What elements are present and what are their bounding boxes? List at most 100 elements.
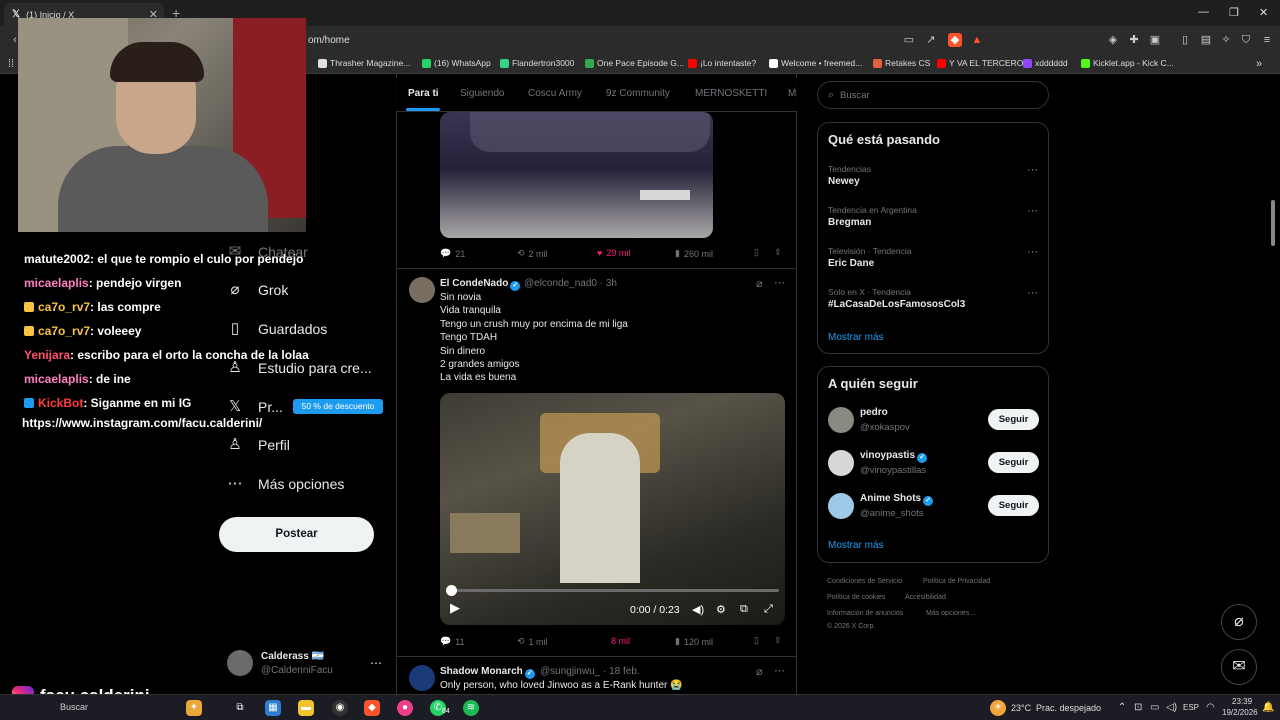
- brave-shield-icon[interactable]: ◆: [948, 33, 962, 47]
- bookmark-item[interactable]: Y VA EL TERCERO: [937, 58, 1023, 68]
- url-text[interactable]: om/home: [308, 35, 350, 46]
- footer-link[interactable]: Política de Privacidad: [923, 578, 990, 585]
- avatar[interactable]: [828, 493, 854, 519]
- bookmark-item[interactable]: One Pace Episode G...: [585, 58, 684, 68]
- extensions-icon[interactable]: ✚: [1127, 33, 1141, 47]
- tab-more[interactable]: M: [788, 88, 796, 99]
- bookmark-item[interactable]: (16) WhatsApp: [422, 58, 491, 68]
- tray-overflow-icon[interactable]: ⌃: [1118, 702, 1126, 713]
- bookmark-item[interactable]: Flandertron3000: [500, 58, 574, 68]
- volume-icon[interactable]: ◀): [692, 603, 704, 616]
- share-icon[interactable]: ⇪: [774, 635, 782, 646]
- account-name[interactable]: Calderass 🇦🇷: [261, 651, 324, 662]
- follow-name[interactable]: Anime Shots ✓: [860, 493, 934, 506]
- trend-name[interactable]: Bregman: [828, 217, 871, 228]
- repost-button[interactable]: ⟲ 2 mil: [517, 248, 548, 259]
- share-icon[interactable]: ⇪: [774, 247, 782, 258]
- play-icon[interactable]: ▶: [450, 600, 460, 616]
- sidebar-icon[interactable]: ▯: [1178, 33, 1192, 47]
- spotify-icon[interactable]: ≋: [463, 700, 479, 716]
- video-progress-bar[interactable]: [451, 589, 779, 592]
- bookmark-icon[interactable]: ▯: [754, 247, 759, 258]
- store-icon[interactable]: ▦: [265, 700, 281, 716]
- obs-icon[interactable]: ◉: [332, 700, 348, 716]
- reply-button[interactable]: 💬 11: [440, 636, 465, 647]
- avatar[interactable]: [227, 650, 253, 676]
- avatar[interactable]: [409, 665, 435, 691]
- maximize-icon[interactable]: ❐: [1229, 6, 1239, 19]
- vpn-icon[interactable]: ◈: [1106, 33, 1120, 47]
- views-button[interactable]: ▮ 260 mil: [675, 248, 713, 259]
- copilot-icon[interactable]: ✦: [186, 700, 202, 716]
- more-icon[interactable]: ⋯: [1027, 163, 1038, 176]
- task-view-icon[interactable]: ⧉: [232, 700, 248, 716]
- grok-icon[interactable]: ⌀: [756, 277, 763, 290]
- nav-item-profile[interactable]: ♙ Perfil: [226, 436, 290, 454]
- more-icon[interactable]: ⋯: [1027, 245, 1038, 258]
- show-more-link[interactable]: Mostrar más: [828, 540, 884, 551]
- follow-button[interactable]: Seguir: [988, 409, 1039, 430]
- tweet-author[interactable]: Shadow Monarch ✓: [440, 666, 535, 679]
- footer-link[interactable]: Información de anuncios: [827, 610, 903, 617]
- trend-name[interactable]: Eric Dane: [828, 258, 874, 269]
- media-icon[interactable]: ▣: [1148, 33, 1162, 47]
- bookmark-item[interactable]: Retakes CS: [873, 58, 930, 68]
- nav-item-more[interactable]: ⋯ Más opciones: [226, 475, 345, 493]
- share-icon[interactable]: ↗: [924, 33, 938, 47]
- bookmark-icon[interactable]: ▯: [754, 635, 759, 646]
- trend-name[interactable]: #LaCasaDeLosFamososCol3: [828, 299, 965, 310]
- install-icon[interactable]: ▭: [902, 33, 916, 47]
- messages-fab[interactable]: ✉: [1221, 649, 1257, 685]
- more-icon[interactable]: ⋯: [774, 276, 785, 289]
- app-icon[interactable]: ●: [397, 700, 413, 716]
- bookmark-item[interactable]: xdddddd: [1023, 58, 1068, 68]
- wallet-icon[interactable]: ▤: [1199, 33, 1213, 47]
- bookmark-item[interactable]: Kicklet.app - Kick C...: [1081, 58, 1174, 68]
- weather-icon[interactable]: ☀: [990, 700, 1006, 716]
- avatar[interactable]: [409, 277, 435, 303]
- video-scrubber[interactable]: [446, 585, 457, 596]
- volume-icon[interactable]: ◁): [1166, 702, 1177, 713]
- clock-time[interactable]: 23:39: [1232, 697, 1252, 706]
- tweet-image[interactable]: [440, 112, 713, 238]
- avatar[interactable]: [828, 450, 854, 476]
- display-icon[interactable]: ▭: [1150, 702, 1159, 713]
- account-more-icon[interactable]: ⋯: [370, 656, 382, 670]
- nav-item-bookmarks[interactable]: ▯ Guardados: [226, 320, 327, 338]
- bookmark-item[interactable]: ¡Lo intentaste?: [688, 58, 756, 68]
- brave-rewards-icon[interactable]: ▲: [970, 33, 984, 47]
- tweet-author[interactable]: El CondeNado ✓: [440, 278, 521, 291]
- grok-icon[interactable]: ⌀: [756, 665, 763, 678]
- notifications-icon[interactable]: 🔔: [1262, 702, 1274, 713]
- like-button[interactable]: 8 mil: [611, 636, 630, 646]
- views-button[interactable]: ▮ 120 mil: [675, 636, 713, 647]
- bookmark-item[interactable]: Welcome • freemed...: [769, 58, 862, 68]
- footer-link[interactable]: Más opciones ...: [926, 610, 977, 617]
- weather-desc[interactable]: Prac. despejado: [1036, 703, 1101, 713]
- follow-button[interactable]: Seguir: [988, 452, 1039, 473]
- footer-link[interactable]: Política de cookies: [827, 594, 885, 601]
- post-button[interactable]: Postear: [219, 517, 374, 552]
- reply-button[interactable]: 💬 21: [440, 248, 465, 259]
- nav-item-premium[interactable]: 𝕏 Pr...: [226, 398, 283, 416]
- footer-link[interactable]: Accesibilidad: [905, 594, 946, 601]
- follow-name[interactable]: vinoypastis ✓: [860, 450, 928, 463]
- taskbar-search[interactable]: Buscar: [60, 702, 88, 712]
- pip-icon[interactable]: ⧉: [740, 603, 748, 616]
- search-box[interactable]: ⌕ Buscar: [817, 81, 1049, 109]
- weather-temp[interactable]: 23°C: [1011, 703, 1031, 713]
- tab-9z-community[interactable]: 9z Community: [606, 88, 670, 99]
- scrollbar[interactable]: [1271, 200, 1275, 246]
- close-window-icon[interactable]: ✕: [1259, 6, 1268, 19]
- follow-button[interactable]: Seguir: [988, 495, 1039, 516]
- more-bookmarks-icon[interactable]: »: [1252, 57, 1266, 71]
- minimize-icon[interactable]: —: [1198, 6, 1209, 18]
- tab-coscu-army[interactable]: Coscu Army: [528, 88, 582, 99]
- bookmark-item[interactable]: Thrasher Magazine...: [318, 58, 410, 68]
- apps-grid-icon[interactable]: ⁞⁞: [4, 57, 18, 71]
- nav-item-grok[interactable]: ⌀ Grok: [226, 281, 288, 299]
- clock-date[interactable]: 19/2/2026: [1222, 708, 1258, 717]
- brave-icon[interactable]: ◆: [364, 700, 380, 716]
- trend-name[interactable]: Newey: [828, 176, 860, 187]
- tab-mernosketti[interactable]: MERNOSKETTI: [695, 88, 767, 99]
